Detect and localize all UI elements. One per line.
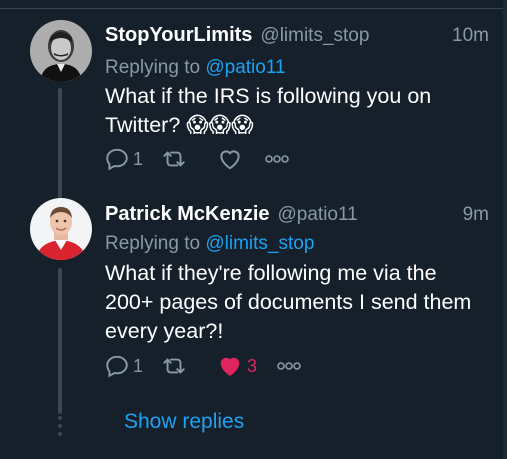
avatar[interactable] <box>30 198 92 260</box>
like-count: 3 <box>247 355 258 376</box>
retweet-icon <box>163 151 185 167</box>
tweet-2[interactable]: Patrick McKenzie @patio11 9m Replying to… <box>0 195 507 414</box>
reply-context: Replying to @limits_stop <box>105 233 314 255</box>
reply-prefix: Replying to <box>105 57 206 78</box>
retweet-button[interactable] <box>160 351 191 381</box>
display-name[interactable]: StopYourLimits <box>105 24 252 47</box>
reply-button[interactable]: 1 <box>104 144 143 174</box>
retweet-button[interactable] <box>160 144 191 174</box>
thread-connector <box>58 268 62 414</box>
more-dots-icon <box>265 155 289 163</box>
reply-mention[interactable]: @limits_stop <box>205 233 314 254</box>
display-name[interactable]: Patrick McKenzie <box>105 203 270 226</box>
reply-button[interactable]: 1 <box>104 351 143 381</box>
reply-icon <box>106 355 128 378</box>
timestamp[interactable]: 10m <box>452 25 489 47</box>
more-button[interactable] <box>276 351 302 381</box>
reply-context: Replying to @patio11 <box>105 57 286 79</box>
reply-count: 1 <box>133 148 144 169</box>
reply-icon <box>106 148 128 171</box>
tweet-header: Patrick McKenzie @patio11 9m <box>105 203 489 231</box>
thread-dots <box>57 416 63 440</box>
show-replies-link[interactable]: Show replies <box>124 410 244 434</box>
username[interactable]: @patio11 <box>278 204 358 226</box>
more-dots-icon <box>277 362 301 370</box>
like-button[interactable] <box>216 144 247 174</box>
tweet-text: What if the IRS is following you on Twit… <box>105 84 432 137</box>
reply-count: 1 <box>133 355 144 376</box>
more-button[interactable] <box>264 144 290 174</box>
tweet-text: What if they're following me via the 200… <box>105 261 472 343</box>
username[interactable]: @limits_stop <box>260 25 369 47</box>
reply-prefix: Replying to <box>105 233 206 254</box>
timestamp[interactable]: 9m <box>463 204 489 226</box>
avatar[interactable] <box>30 20 92 82</box>
tweet-1[interactable]: StopYourLimits @limits_stop 10m Replying… <box>0 0 507 198</box>
tweet-header: StopYourLimits @limits_stop 10m <box>105 24 489 52</box>
reply-mention[interactable]: @patio11 <box>205 57 285 78</box>
thread-connector <box>58 88 62 198</box>
heart-filled-icon <box>220 357 240 376</box>
like-button[interactable]: 3 <box>216 351 257 381</box>
retweet-icon <box>163 358 185 374</box>
heart-icon <box>220 150 240 170</box>
